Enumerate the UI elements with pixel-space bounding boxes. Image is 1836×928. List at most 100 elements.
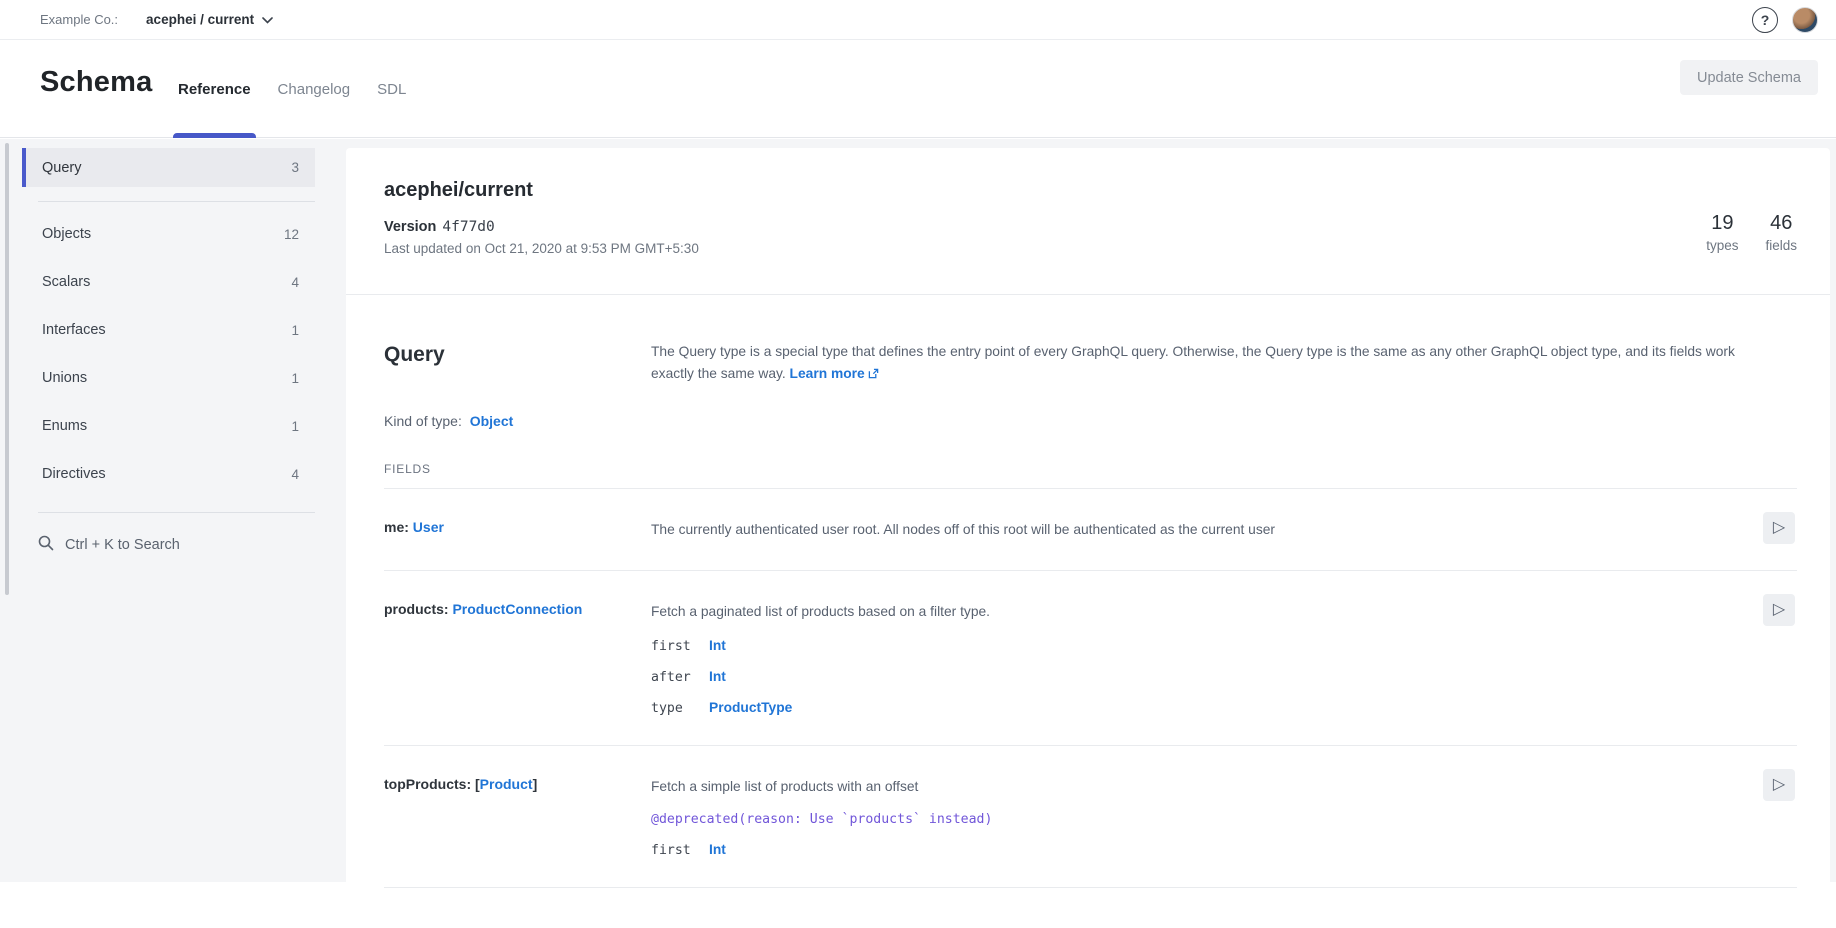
kind-of-type-row: Kind of type: Object xyxy=(384,413,1797,429)
run-in-explorer-button[interactable]: ▷ xyxy=(1763,512,1795,544)
sidebar-item-count: 1 xyxy=(291,323,299,338)
schema-sidebar: Query3Objects12Scalars4Interfaces1Unions… xyxy=(22,148,315,569)
arg-name: type xyxy=(651,701,709,716)
arg-row: firstInt xyxy=(651,638,1677,654)
type-name-heading: Query xyxy=(384,341,651,386)
types-count: 19 xyxy=(1706,212,1738,235)
play-icon: ▷ xyxy=(1773,520,1785,536)
sidebar-item-label: Enums xyxy=(42,418,87,434)
sidebar-item-label: Query xyxy=(42,160,82,176)
fields-count: 46 xyxy=(1765,212,1797,235)
run-in-explorer-button[interactable]: ▷ xyxy=(1763,769,1795,801)
user-avatar[interactable] xyxy=(1792,7,1818,33)
graph-title: acephei/current xyxy=(384,179,1792,202)
learn-more-link[interactable]: Learn more xyxy=(790,366,879,381)
field-args: firstInt xyxy=(651,842,1677,858)
sidebar-item-count: 3 xyxy=(291,160,299,175)
sidebar-item-query[interactable]: Query 3 xyxy=(22,148,315,187)
sidebar-item-label: Unions xyxy=(42,370,87,386)
field-row: me: UserThe currently authenticated user… xyxy=(384,489,1797,571)
sidebar-item-label: Interfaces xyxy=(42,322,106,338)
schema-stats: 19 types 46 fields xyxy=(1706,212,1797,253)
sidebar-item-enums[interactable]: Enums 1 xyxy=(22,402,315,450)
sidebar-divider xyxy=(38,201,315,202)
chevron-down-icon xyxy=(262,12,273,27)
search-hint-label: Ctrl + K to Search xyxy=(65,537,180,553)
query-type-section: Query The Query type is a special type t… xyxy=(346,295,1830,928)
update-schema-button[interactable]: Update Schema xyxy=(1680,60,1818,95)
play-icon: ▷ xyxy=(1773,777,1785,793)
sidebar-item-label: Scalars xyxy=(42,274,90,290)
field-details: Fetch a paginated list of products based… xyxy=(651,601,1797,716)
run-in-explorer-button[interactable]: ▷ xyxy=(1763,594,1795,626)
field-name-text: products: xyxy=(384,601,452,617)
sidebar-item-interfaces[interactable]: Interfaces 1 xyxy=(22,306,315,354)
field-description: The currently authenticated user root. A… xyxy=(651,519,1677,541)
field-name: products: ProductConnection xyxy=(384,601,651,716)
sidebar-item-label: Directives xyxy=(42,466,106,482)
sidebar-item-count: 12 xyxy=(284,227,299,242)
search-icon xyxy=(38,535,54,555)
version-label: Version xyxy=(384,219,436,235)
arg-name: first xyxy=(651,843,709,858)
sidebar-item-scalars[interactable]: Scalars 4 xyxy=(22,258,315,306)
org-label: Example Co.: xyxy=(40,12,118,27)
external-link-icon xyxy=(868,367,879,382)
fields-section-label: FIELDS xyxy=(384,462,1797,476)
page-title: Schema xyxy=(40,66,152,99)
field-row: topProducts: [Product]Fetch a simple lis… xyxy=(384,746,1797,888)
tab-changelog[interactable]: Changelog xyxy=(277,40,352,138)
graph-selector[interactable]: acephei / current xyxy=(146,12,273,27)
content-area: Query3Objects12Scalars4Interfaces1Unions… xyxy=(0,139,1836,882)
arg-type-link[interactable]: Int xyxy=(709,842,726,857)
field-type-link[interactable]: Product xyxy=(480,776,533,792)
field-name-text: topProducts: xyxy=(384,776,475,792)
sidebar-item-count: 4 xyxy=(291,275,299,290)
sidebar-item-objects[interactable]: Objects 12 xyxy=(22,210,315,258)
schema-reference-card: acephei/current Version4f77d0 Last updat… xyxy=(346,148,1830,882)
arg-name: after xyxy=(651,670,709,685)
arg-type-link[interactable]: Int xyxy=(709,638,726,653)
arg-row: afterInt xyxy=(651,669,1677,685)
sidebar-item-count: 1 xyxy=(291,419,299,434)
sidebar-item-directives[interactable]: Directives 4 xyxy=(22,450,315,498)
graph-summary: acephei/current Version4f77d0 Last updat… xyxy=(346,148,1830,295)
version-hash: 4f77d0 xyxy=(442,219,494,235)
version-row: Version 4f77d0 xyxy=(384,219,1792,235)
sidebar-item-label: Objects xyxy=(42,226,91,242)
fields-stat: 46 fields xyxy=(1765,212,1797,253)
field-type-link[interactable]: ProductConnection xyxy=(452,601,582,617)
fields-label-stat: fields xyxy=(1765,238,1797,253)
tab-reference[interactable]: Reference xyxy=(177,40,252,138)
field-description: Fetch a simple list of products with an … xyxy=(651,776,1677,798)
arg-type-link[interactable]: Int xyxy=(709,669,726,684)
play-icon: ▷ xyxy=(1773,602,1785,618)
sidebar-search[interactable]: Ctrl + K to Search xyxy=(22,521,315,569)
types-label: types xyxy=(1706,238,1738,253)
fields-list: me: UserThe currently authenticated user… xyxy=(384,488,1797,888)
sidebar-item-count: 1 xyxy=(291,371,299,386)
field-name: topProducts: [Product] xyxy=(384,776,651,858)
field-details: Fetch a simple list of products with an … xyxy=(651,776,1797,858)
field-name-text: me: xyxy=(384,519,413,535)
arg-row: firstInt xyxy=(651,842,1677,858)
graph-selector-label: acephei / current xyxy=(146,12,254,27)
schema-header: Schema Reference Changelog SDL Update Sche… xyxy=(0,40,1836,138)
sidebar-item-count: 4 xyxy=(291,467,299,482)
arg-name: first xyxy=(651,639,709,654)
type-description: The Query type is a special type that de… xyxy=(651,341,1797,386)
kind-object-link[interactable]: Object xyxy=(470,413,514,429)
arg-type-link[interactable]: ProductType xyxy=(709,700,792,715)
vertical-scrollbar[interactable] xyxy=(5,143,9,595)
field-description: Fetch a paginated list of products based… xyxy=(651,601,1677,623)
help-icon[interactable]: ? xyxy=(1752,7,1778,33)
field-type-link[interactable]: User xyxy=(413,519,444,535)
top-bar: Example Co.: acephei / current ? xyxy=(0,0,1836,40)
tab-sdl[interactable]: SDL xyxy=(376,40,407,138)
deprecated-annotation: @deprecated(reason: Use `products` inste… xyxy=(651,812,1677,827)
field-row: products: ProductConnectionFetch a pagin… xyxy=(384,571,1797,746)
field-name: me: User xyxy=(384,519,651,541)
arg-row: typeProductType xyxy=(651,700,1677,716)
field-details: The currently authenticated user root. A… xyxy=(651,519,1797,541)
sidebar-item-unions[interactable]: Unions 1 xyxy=(22,354,315,402)
